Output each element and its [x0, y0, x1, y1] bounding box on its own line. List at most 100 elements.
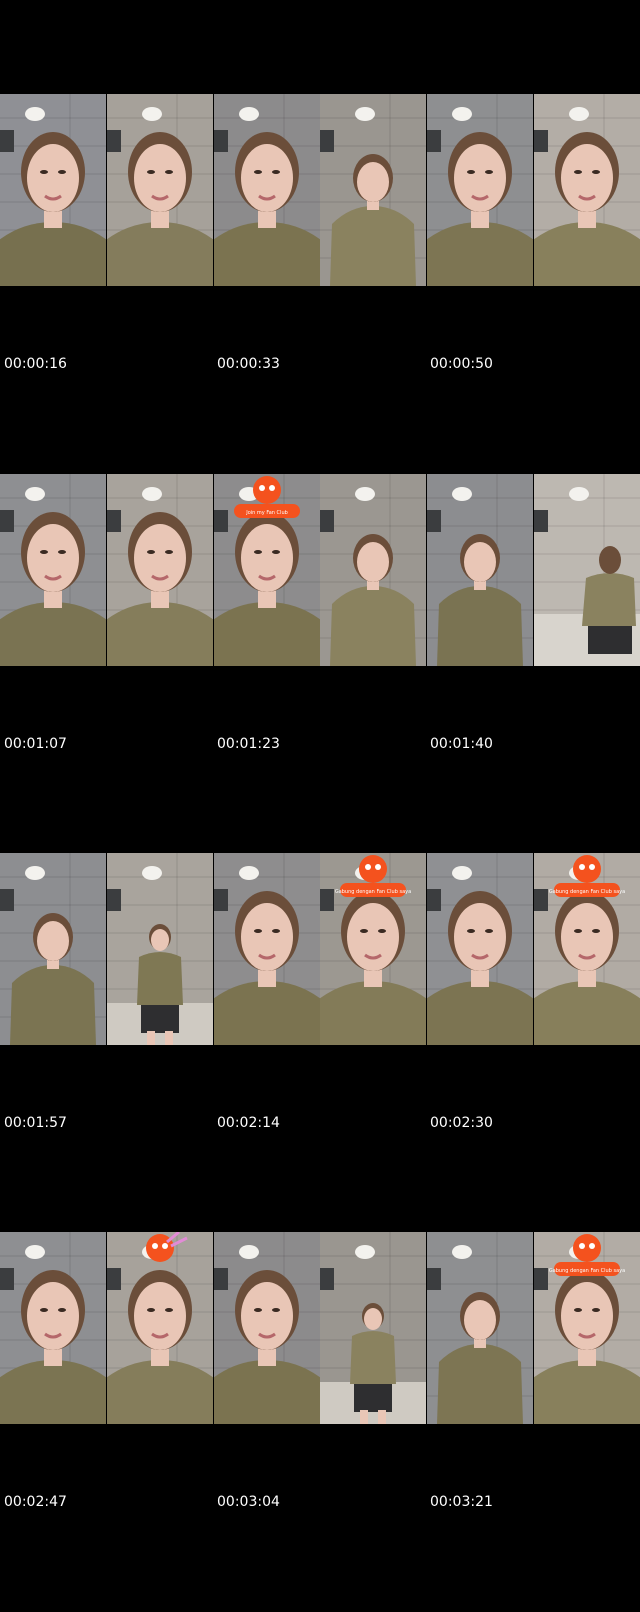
eye-right	[272, 929, 280, 933]
ceiling-light	[239, 866, 259, 880]
frame-timestamp: 00:02:14	[217, 1115, 280, 1131]
face	[241, 903, 293, 971]
frame-timestamp: 00:03:04	[217, 1494, 280, 1510]
window	[427, 130, 441, 152]
eye-right	[272, 1308, 280, 1312]
shirt	[427, 222, 533, 286]
eye-left	[40, 550, 48, 554]
eye-left	[467, 170, 475, 174]
face	[37, 921, 69, 961]
shirt	[10, 965, 96, 1045]
video-frame-thumbnail: Join my Fan Club	[214, 474, 320, 666]
shirt	[437, 586, 523, 666]
video-frame-thumbnail	[320, 1232, 426, 1424]
eye-left	[147, 170, 155, 174]
window	[320, 1268, 334, 1290]
ceiling-light	[25, 487, 45, 501]
video-frame-thumbnail	[427, 474, 533, 666]
shirt	[214, 981, 320, 1045]
face	[561, 903, 613, 971]
window	[214, 130, 228, 152]
leg-left	[360, 1410, 368, 1424]
shorts	[588, 624, 632, 654]
window	[0, 130, 14, 152]
ceiling-light	[452, 1245, 472, 1259]
eye-right	[58, 550, 66, 554]
eye-right	[592, 929, 600, 933]
eye-right	[165, 550, 173, 554]
window	[427, 510, 441, 532]
frame-timestamp: 00:00:50	[430, 356, 493, 372]
face	[27, 1282, 79, 1350]
eye-right	[165, 1308, 173, 1312]
window	[107, 889, 121, 911]
window	[320, 889, 334, 911]
video-frame-thumbnail: Gabung dengan Fan Club saya	[534, 853, 640, 1045]
face	[357, 162, 389, 202]
shirt	[0, 602, 106, 666]
window	[214, 889, 228, 911]
video-frame-thumbnail: Gabung dengan Fan Club saya	[534, 1232, 640, 1424]
video-frame-thumbnail	[107, 1232, 213, 1424]
eye-right	[592, 170, 600, 174]
eye-right	[272, 550, 280, 554]
ceiling-light	[452, 487, 472, 501]
eye-right	[58, 1308, 66, 1312]
ceiling-light	[355, 107, 375, 121]
eye-left	[147, 550, 155, 554]
window	[320, 130, 334, 152]
shirt	[107, 222, 213, 286]
leg-right	[165, 1031, 173, 1045]
face	[151, 929, 169, 951]
shirt	[350, 1331, 396, 1384]
window	[534, 889, 548, 911]
eye-right	[485, 929, 493, 933]
eye-right	[378, 929, 386, 933]
video-frame-thumbnail	[320, 474, 426, 666]
frame-timestamp: 00:01:07	[4, 736, 67, 752]
frame-timestamp: 00:02:30	[430, 1115, 493, 1131]
eye-left	[147, 1308, 155, 1312]
window	[107, 130, 121, 152]
video-frame-thumbnail	[427, 1232, 533, 1424]
sticker-text: Gabung dengan Fan Club saya	[549, 1268, 625, 1274]
ceiling-light	[25, 866, 45, 880]
frame-timestamp: 00:03:21	[430, 1494, 493, 1510]
sticker-mascot-icon	[573, 1234, 601, 1262]
video-frame-thumbnail	[534, 474, 640, 666]
face	[27, 144, 79, 212]
leg-left	[147, 1031, 155, 1045]
shirt	[0, 1360, 106, 1424]
frame-timestamp: 00:00:33	[217, 356, 280, 372]
window	[534, 510, 548, 532]
face	[464, 1300, 496, 1340]
face	[27, 524, 79, 592]
ceiling-light	[25, 107, 45, 121]
face	[241, 1282, 293, 1350]
eye-left	[40, 1308, 48, 1312]
eye-right	[592, 1308, 600, 1312]
shirt	[0, 222, 106, 286]
eye-left	[40, 170, 48, 174]
shirt	[534, 981, 640, 1045]
window	[214, 510, 228, 532]
video-frame-thumbnail	[320, 94, 426, 286]
eye-left	[574, 1308, 582, 1312]
eye-right	[272, 170, 280, 174]
eye-right	[58, 170, 66, 174]
shirt	[214, 602, 320, 666]
ceiling-light	[569, 107, 589, 121]
face	[347, 903, 399, 971]
video-frame-thumbnail	[0, 94, 106, 286]
eye-left	[254, 550, 262, 554]
eye-left	[360, 929, 368, 933]
contact-sheet: { "rows": [ { "timestamps": ["00:00:16",…	[0, 0, 640, 1518]
video-frame-thumbnail	[0, 1232, 106, 1424]
ceiling-light	[452, 107, 472, 121]
shirt	[214, 222, 320, 286]
sticker-text: Gabung dengan Fan Club saya	[335, 889, 411, 895]
shirt	[214, 1360, 320, 1424]
window	[0, 889, 14, 911]
shirt	[137, 952, 183, 1005]
face	[134, 524, 186, 592]
